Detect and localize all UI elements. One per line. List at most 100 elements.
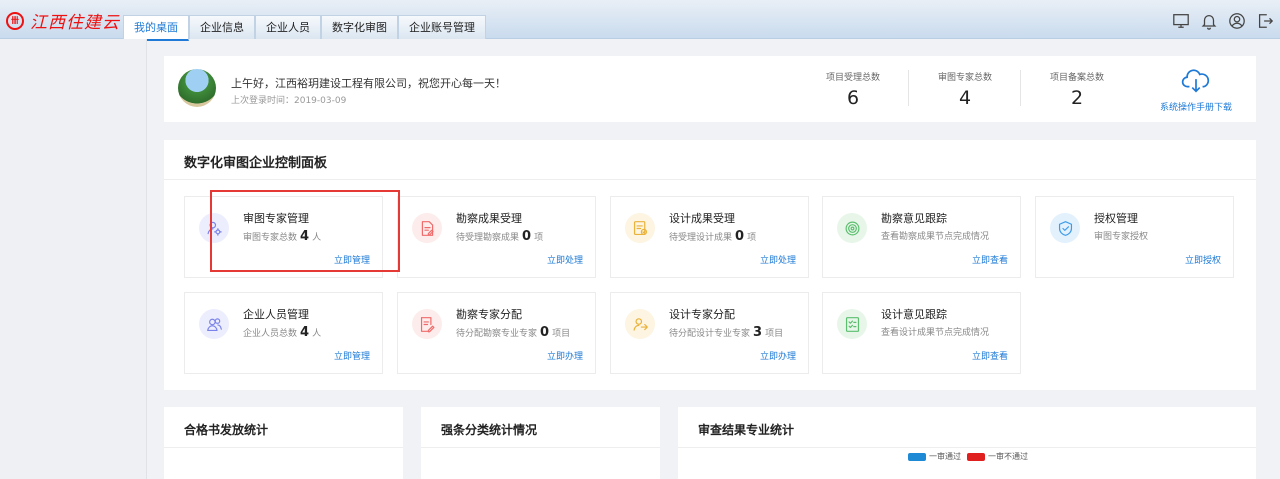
logout-icon[interactable] bbox=[1256, 12, 1274, 30]
tile-count-unit: 人 bbox=[312, 329, 322, 339]
stat-value: 4 bbox=[958, 87, 972, 109]
manual-download-button[interactable]: 系统操作手册下载 bbox=[1156, 68, 1236, 113]
shield-check-icon bbox=[1050, 213, 1080, 243]
greeting-text: 上午好，江西裕玥建设工程有限公司，祝您开心每一天！ bbox=[231, 77, 506, 90]
legend-swatch-pass bbox=[908, 452, 926, 461]
checklist-icon bbox=[837, 309, 867, 339]
tile-count: 3 bbox=[753, 325, 763, 340]
tile-subtitle: 待分配勘察专业专家 0 项目 bbox=[456, 325, 570, 340]
tile-title: 设计专家分配 bbox=[669, 308, 735, 321]
user-assign-icon bbox=[625, 309, 655, 339]
document-check-icon bbox=[625, 213, 655, 243]
card-title: 审查结果专业统计 bbox=[698, 423, 795, 437]
card-title: 合格书发放统计 bbox=[184, 423, 269, 437]
main-tabs: 我的桌面 企业信息 企业人员 数字化审图 企业账号管理 bbox=[123, 15, 486, 41]
target-icon bbox=[837, 213, 867, 243]
avatar[interactable] bbox=[178, 69, 216, 107]
panel-title: 数字化审图企业控制面板 bbox=[184, 156, 328, 171]
cloud-download-icon bbox=[1181, 69, 1210, 93]
tab-my-desktop[interactable]: 我的桌面 bbox=[123, 15, 189, 41]
stat-projects-accepted: 项目受理总数 6 bbox=[798, 70, 908, 109]
tile-title: 勘察专家分配 bbox=[456, 308, 522, 321]
tile-subtitle: 查看勘察成果节点完成情况 bbox=[881, 229, 989, 242]
assign-edit-icon bbox=[412, 309, 442, 339]
panel-tile[interactable]: 设计成果受理待受理设计成果 0 项立即处理 bbox=[610, 196, 809, 278]
tile-subtitle-text: 待分配设计专业专家 bbox=[669, 329, 751, 339]
tile-title: 设计成果受理 bbox=[669, 212, 735, 225]
tile-title: 勘察成果受理 bbox=[456, 212, 522, 225]
brand-logo-icon: 卌 bbox=[6, 11, 24, 30]
bell-icon[interactable] bbox=[1200, 12, 1218, 30]
stat-label: 项目受理总数 bbox=[825, 73, 880, 83]
tile-subtitle: 查看设计成果节点完成情况 bbox=[881, 325, 989, 338]
tile-title: 勘察意见跟踪 bbox=[881, 212, 947, 225]
tile-subtitle-text: 查看勘察成果节点完成情况 bbox=[881, 232, 990, 242]
tile-count-unit: 项目 bbox=[765, 329, 784, 339]
tile-count: 0 bbox=[540, 325, 550, 340]
tile-action-link[interactable]: 立即办理 bbox=[547, 349, 583, 362]
tab-company-staff[interactable]: 企业人员 bbox=[255, 15, 321, 39]
panel-tile[interactable]: 勘察意见跟踪查看勘察成果节点完成情况立即查看 bbox=[822, 196, 1021, 278]
tile-subtitle: 待受理设计成果 0 项 bbox=[669, 229, 756, 244]
tile-count: 0 bbox=[735, 229, 745, 244]
tile-count: 0 bbox=[522, 229, 532, 244]
stat-divider bbox=[1020, 70, 1021, 106]
tile-count-unit: 项目 bbox=[552, 329, 571, 339]
legend-swatch-fail bbox=[967, 452, 985, 461]
tab-company-info[interactable]: 企业信息 bbox=[189, 15, 255, 39]
manual-download-label: 系统操作手册下载 bbox=[1159, 103, 1232, 113]
panel-divider bbox=[164, 179, 1256, 180]
stat-experts: 审图专家总数 4 bbox=[910, 70, 1020, 109]
sidebar bbox=[0, 39, 147, 479]
monitor-icon[interactable] bbox=[1172, 12, 1190, 30]
toolbar bbox=[1162, 12, 1274, 30]
tile-count-unit: 项 bbox=[534, 233, 544, 243]
selection-highlight bbox=[210, 190, 400, 272]
card-title: 强条分类统计情况 bbox=[441, 423, 538, 437]
panel-tile[interactable]: 勘察专家分配待分配勘察专业专家 0 项目立即办理 bbox=[397, 292, 596, 374]
tab-digital-review[interactable]: 数字化审图 bbox=[321, 15, 398, 39]
tile-action-link[interactable]: 立即授权 bbox=[1185, 253, 1221, 266]
panel-tile[interactable]: 勘察成果受理待受理勘察成果 0 项立即处理 bbox=[397, 196, 596, 278]
last-login-text: 上次登录时间：2019-03-09 bbox=[231, 96, 347, 106]
tile-title: 企业人员管理 bbox=[243, 308, 309, 321]
brand-logo[interactable]: 卌 江西住建云 bbox=[6, 8, 120, 33]
tile-subtitle: 待受理勘察成果 0 项 bbox=[456, 229, 543, 244]
tile-title: 设计意见跟踪 bbox=[881, 308, 947, 321]
panel-tile[interactable]: 设计专家分配待分配设计专业专家 3 项目立即办理 bbox=[610, 292, 809, 374]
panel-tile[interactable]: 设计意见跟踪查看设计成果节点完成情况立即查看 bbox=[822, 292, 1021, 374]
tile-subtitle: 审图专家授权 bbox=[1094, 229, 1148, 242]
welcome-card: 上午好，江西裕玥建设工程有限公司，祝您开心每一天！ 上次登录时间：2019-03… bbox=[164, 56, 1256, 122]
tile-count: 4 bbox=[300, 325, 310, 340]
chart-legend: 一审通过 一审不通过 bbox=[908, 451, 1028, 462]
tile-action-link[interactable]: 立即办理 bbox=[760, 349, 796, 362]
tile-action-link[interactable]: 立即处理 bbox=[547, 253, 583, 266]
tile-subtitle-text: 查看设计成果节点完成情况 bbox=[881, 328, 990, 338]
tile-subtitle: 待分配设计专业专家 3 项目 bbox=[669, 325, 783, 340]
stat-label: 审图专家总数 bbox=[937, 73, 992, 83]
certificate-stats-card: 合格书发放统计 bbox=[164, 407, 403, 479]
document-edit-icon bbox=[412, 213, 442, 243]
panel-tile[interactable]: 企业人员管理 企业人员总数 4 人立即管理 bbox=[184, 292, 383, 374]
tile-action-link[interactable]: 立即处理 bbox=[760, 253, 796, 266]
top-bar: 卌 江西住建云 我的桌面 企业信息 企业人员 数字化审图 企业账号管理 bbox=[0, 0, 1280, 41]
tile-count-unit: 项 bbox=[747, 233, 757, 243]
user-circle-icon[interactable] bbox=[1228, 12, 1246, 30]
tile-action-link[interactable]: 立即查看 bbox=[972, 349, 1008, 362]
stat-value: 6 bbox=[846, 87, 860, 109]
legend-label-pass: 一审通过 bbox=[929, 452, 961, 461]
tab-account-management[interactable]: 企业账号管理 bbox=[398, 15, 486, 39]
tile-subtitle-text: 审图专家授权 bbox=[1094, 232, 1149, 242]
legend-label-fail: 一审不通过 bbox=[988, 452, 1028, 461]
panel-tile[interactable]: 授权管理 审图专家授权 立即授权 bbox=[1035, 196, 1234, 278]
tile-subtitle: 企业人员总数 4 人 bbox=[243, 325, 321, 340]
tile-action-link[interactable]: 立即管理 bbox=[334, 349, 370, 362]
people-icon bbox=[199, 309, 229, 339]
stat-projects-filed: 项目备案总数 2 bbox=[1022, 70, 1132, 109]
tile-subtitle-text: 待分配勘察专业专家 bbox=[456, 329, 538, 339]
card-divider bbox=[678, 447, 1256, 448]
stat-label: 项目备案总数 bbox=[1049, 73, 1104, 83]
review-result-stats-card: 审查结果专业统计 一审通过 一审不通过 bbox=[678, 407, 1256, 479]
tile-action-link[interactable]: 立即查看 bbox=[972, 253, 1008, 266]
card-divider bbox=[164, 447, 403, 448]
